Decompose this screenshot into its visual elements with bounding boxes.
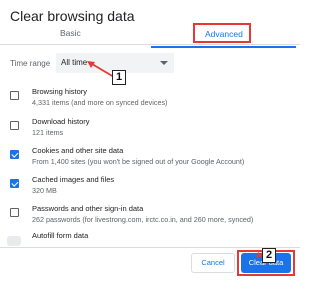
list-item[interactable]: Cookies and other site data From 1,400 s… — [0, 146, 300, 174]
cancel-button[interactable]: Cancel — [191, 253, 235, 273]
list-item[interactable]: Download history 121 items — [0, 117, 300, 145]
list-item[interactable]: Browsing history 4,331 items (and more o… — [0, 87, 300, 115]
item-title: Autofill form data — [32, 231, 89, 240]
list-item[interactable]: Cached images and files 320 MB — [0, 175, 300, 203]
item-subtitle: 320 MB — [32, 186, 57, 195]
checkbox[interactable] — [10, 208, 19, 217]
checkbox[interactable] — [10, 121, 19, 130]
callout-badge-2: 2 — [262, 248, 276, 263]
active-tab-indicator — [151, 46, 296, 48]
chevron-down-icon — [160, 61, 168, 65]
checkbox[interactable] — [10, 150, 19, 159]
item-title: Cookies and other site data — [32, 146, 124, 155]
list-item[interactable]: Passwords and other sign-in data 262 pas… — [0, 204, 300, 232]
callout-badge-1: 1 — [112, 70, 126, 85]
item-subtitle: From 1,400 sites (you won't be signed ou… — [32, 157, 245, 166]
item-title: Cached images and files — [32, 175, 115, 184]
time-range-label: Time range — [10, 59, 51, 68]
checkbox[interactable] — [7, 236, 21, 246]
item-title: Passwords and other sign-in data — [32, 204, 144, 213]
item-title: Download history — [32, 117, 90, 126]
tab-divider — [0, 44, 300, 45]
tab-basic[interactable]: Basic — [60, 28, 81, 38]
item-subtitle: 121 items — [32, 128, 64, 137]
item-subtitle: 262 passwords (for livestrong.com, irctc… — [32, 215, 254, 224]
checkbox[interactable] — [10, 91, 19, 100]
tab-advanced[interactable]: Advanced — [205, 29, 243, 39]
checkbox[interactable] — [10, 179, 19, 188]
item-title: Browsing history — [32, 87, 88, 96]
item-subtitle: 4,331 items (and more on synced devices) — [32, 98, 168, 107]
list-item[interactable]: Autofill form data — [0, 231, 300, 247]
